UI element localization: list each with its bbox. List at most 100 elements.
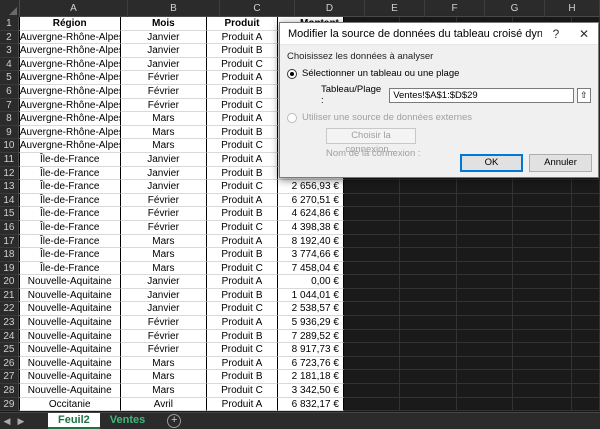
empty-cell[interactable]	[571, 207, 600, 221]
empty-cell[interactable]	[400, 356, 457, 371]
cell-produit[interactable]: Produit C	[207, 220, 278, 235]
empty-cell[interactable]	[513, 275, 572, 289]
cell-mois[interactable]: Février	[120, 316, 208, 330]
cell-produit[interactable]: Produit B	[207, 44, 278, 58]
cell-region[interactable]: Nouvelle-Aquitaine	[18, 370, 121, 385]
empty-cell[interactable]	[513, 397, 572, 412]
empty-cell[interactable]	[456, 180, 514, 194]
empty-cell[interactable]	[456, 329, 514, 344]
ok-button[interactable]: OK	[460, 154, 523, 172]
empty-cell[interactable]	[513, 356, 572, 371]
header-mois[interactable]: Mois	[120, 17, 208, 31]
select-all-corner[interactable]	[0, 0, 20, 17]
cell-produit[interactable]: Produit A	[207, 193, 278, 208]
cell-mois[interactable]: Février	[120, 71, 208, 85]
cell-montant[interactable]: 6 832,17 €	[277, 397, 344, 412]
cell-produit[interactable]: Produit A	[207, 71, 278, 85]
cell-produit[interactable]: Produit A	[207, 356, 278, 371]
close-icon[interactable]: ✕	[570, 27, 598, 41]
empty-cell[interactable]	[400, 220, 457, 235]
empty-cell[interactable]	[456, 384, 514, 398]
empty-cell[interactable]	[400, 316, 457, 330]
row-header[interactable]: 12	[0, 166, 19, 181]
empty-cell[interactable]	[513, 343, 572, 357]
cell-region[interactable]: Auvergne-Rhône-Alpes	[18, 57, 121, 72]
cell-region[interactable]: Île-de-France	[18, 207, 121, 221]
empty-cell[interactable]	[513, 370, 572, 385]
cell-montant[interactable]: 5 936,29 €	[277, 316, 344, 330]
cell-region[interactable]: Île-de-France	[18, 220, 121, 235]
cell-region[interactable]: Auvergne-Rhône-Alpes	[18, 44, 121, 58]
cell-produit[interactable]: Produit C	[207, 180, 278, 194]
empty-cell[interactable]	[571, 302, 600, 317]
cell-montant[interactable]: 7 458,04 €	[277, 261, 344, 276]
cell-produit[interactable]: Produit C	[207, 384, 278, 398]
range-input[interactable]: Ventes!$A$1:$D$29	[389, 87, 574, 103]
empty-cell[interactable]	[456, 234, 514, 249]
cell-region[interactable]: Nouvelle-Aquitaine	[18, 343, 121, 357]
empty-cell[interactable]	[571, 397, 600, 412]
cell-region[interactable]: Nouvelle-Aquitaine	[18, 384, 121, 398]
choose-connection-button[interactable]: Choisir la connexion...	[326, 128, 416, 155]
cell-montant[interactable]: 1 044,01 €	[277, 288, 344, 303]
empty-cell[interactable]	[400, 288, 457, 303]
cell-montant[interactable]: 7 289,52 €	[277, 329, 344, 344]
empty-cell[interactable]	[400, 302, 457, 317]
column-header-f[interactable]: F	[425, 0, 485, 17]
cell-mois[interactable]: Février	[120, 98, 208, 113]
cell-produit[interactable]: Produit C	[207, 139, 278, 153]
cell-montant[interactable]: 4 398,38 €	[277, 220, 344, 235]
cell-montant[interactable]: 2 656,93 €	[277, 180, 344, 194]
row-header[interactable]: 25	[0, 343, 19, 357]
row-header[interactable]: 9	[0, 125, 19, 140]
empty-cell[interactable]	[513, 207, 572, 221]
cell-region[interactable]: Île-de-France	[18, 166, 121, 181]
cell-produit[interactable]: Produit C	[207, 343, 278, 357]
cell-mois[interactable]: Mars	[120, 248, 208, 262]
empty-cell[interactable]	[400, 234, 457, 249]
cell-region[interactable]: Île-de-France	[18, 180, 121, 194]
cell-mois[interactable]: Février	[120, 329, 208, 344]
cell-region[interactable]: Île-de-France	[18, 261, 121, 276]
cell-produit[interactable]: Produit B	[207, 166, 278, 181]
cell-mois[interactable]: Février	[120, 193, 208, 208]
cell-produit[interactable]: Produit A	[207, 112, 278, 126]
empty-cell[interactable]	[400, 370, 457, 385]
empty-cell[interactable]	[456, 193, 514, 208]
empty-cell[interactable]	[456, 220, 514, 235]
empty-cell[interactable]	[400, 329, 457, 344]
empty-cell[interactable]	[513, 302, 572, 317]
cell-region[interactable]: Auvergne-Rhône-Alpes	[18, 112, 121, 126]
row-header[interactable]: 2	[0, 30, 19, 45]
empty-cell[interactable]	[400, 397, 457, 412]
header-produit[interactable]: Produit	[207, 17, 278, 31]
cell-montant[interactable]: 8 917,73 €	[277, 343, 344, 357]
row-header[interactable]: 22	[0, 302, 19, 317]
empty-cell[interactable]	[456, 261, 514, 276]
cell-montant[interactable]: 2 181,18 €	[277, 370, 344, 385]
cell-mois[interactable]: Février	[120, 207, 208, 221]
cell-mois[interactable]: Mars	[120, 384, 208, 398]
cell-region[interactable]: Auvergne-Rhône-Alpes	[18, 98, 121, 113]
empty-cell[interactable]	[456, 316, 514, 330]
cell-mois[interactable]: Janvier	[120, 288, 208, 303]
cell-region[interactable]: Auvergne-Rhône-Alpes	[18, 139, 121, 153]
row-header[interactable]: 24	[0, 329, 19, 344]
empty-cell[interactable]	[343, 397, 401, 412]
empty-cell[interactable]	[456, 302, 514, 317]
cell-region[interactable]: Auvergne-Rhône-Alpes	[18, 71, 121, 85]
row-header[interactable]: 5	[0, 71, 19, 85]
empty-cell[interactable]	[343, 220, 401, 235]
cell-produit[interactable]: Produit A	[207, 30, 278, 45]
radio-unselected-icon[interactable]	[287, 112, 297, 123]
empty-cell[interactable]	[343, 356, 401, 371]
dialog-title-bar[interactable]: Modifier la source de données du tableau…	[280, 23, 598, 45]
row-header[interactable]: 21	[0, 288, 19, 303]
empty-cell[interactable]	[571, 261, 600, 276]
cell-region[interactable]: Auvergne-Rhône-Alpes	[18, 30, 121, 45]
column-header-a[interactable]: A	[20, 0, 128, 17]
column-header-g[interactable]: G	[485, 0, 545, 17]
cell-mois[interactable]: Janvier	[120, 302, 208, 317]
empty-cell[interactable]	[343, 234, 401, 249]
add-sheet-icon[interactable]: +	[167, 414, 182, 428]
